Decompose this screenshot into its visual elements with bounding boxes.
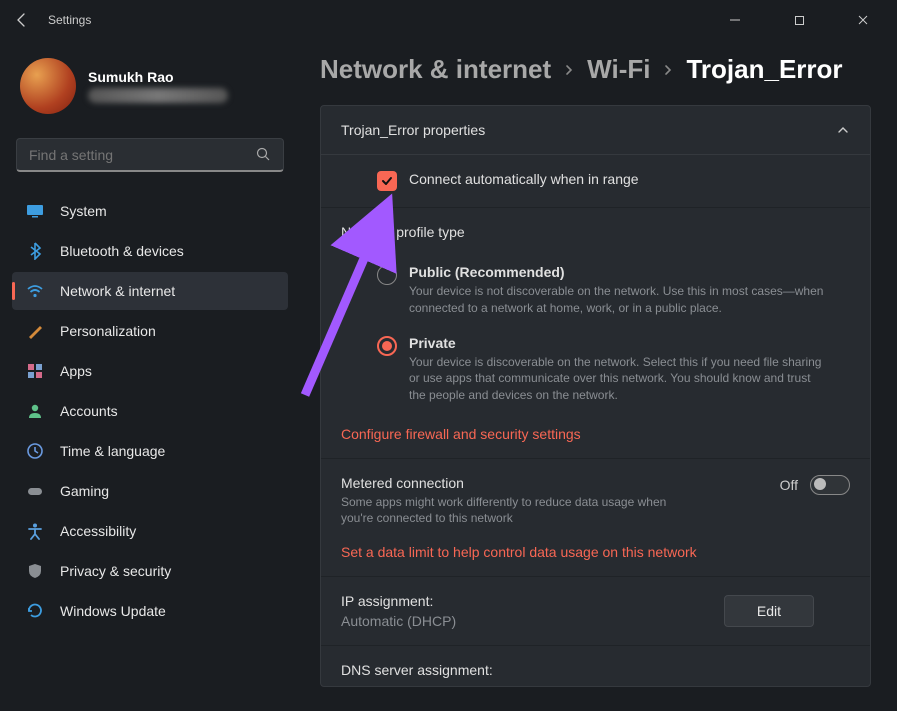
brush-icon xyxy=(26,322,44,340)
breadcrumb: Network & internet Wi-Fi Trojan_Error xyxy=(320,54,871,85)
update-icon xyxy=(26,602,44,620)
sidebar-item-label: Apps xyxy=(60,363,92,379)
sidebar-item-personalization[interactable]: Personalization xyxy=(12,312,288,350)
sidebar-item-accessibility[interactable]: Accessibility xyxy=(12,512,288,550)
expander-header[interactable]: Trojan_Error properties xyxy=(321,106,870,154)
sidebar-item-bluetooth[interactable]: Bluetooth & devices xyxy=(12,232,288,270)
profile-block[interactable]: Sumukh Rao xyxy=(12,50,288,130)
chevron-right-icon xyxy=(662,64,674,76)
sidebar-item-system[interactable]: System xyxy=(12,192,288,230)
ip-label: IP assignment: xyxy=(341,593,456,609)
sidebar-item-apps[interactable]: Apps xyxy=(12,352,288,390)
properties-panel: Trojan_Error properties Connect automati… xyxy=(320,105,871,687)
sidebar-item-label: Privacy & security xyxy=(60,563,171,579)
dns-section: DNS server assignment: xyxy=(321,646,870,686)
sidebar-item-label: Accessibility xyxy=(60,523,136,539)
data-limit-link[interactable]: Set a data limit to help control data us… xyxy=(341,544,850,560)
profile-type-title: Network profile type xyxy=(341,224,850,240)
connect-auto-row[interactable]: Connect automatically when in range xyxy=(321,155,870,208)
sidebar-item-update[interactable]: Windows Update xyxy=(12,592,288,630)
apps-icon xyxy=(26,362,44,380)
radio-label: Public (Recommended) xyxy=(409,264,829,280)
firewall-link[interactable]: Configure firewall and security settings xyxy=(341,426,850,442)
ip-value: Automatic (DHCP) xyxy=(341,613,456,629)
connect-auto-checkbox[interactable] xyxy=(377,171,397,191)
minimize-button[interactable] xyxy=(713,5,757,35)
accessibility-icon xyxy=(26,522,44,540)
search-icon xyxy=(256,147,271,162)
radio-button[interactable] xyxy=(377,336,397,356)
chevron-right-icon xyxy=(563,64,575,76)
metered-title: Metered connection xyxy=(341,475,671,491)
radio-private[interactable]: Private Your device is discoverable on th… xyxy=(377,331,850,408)
clock-icon xyxy=(26,442,44,460)
ip-edit-button[interactable]: Edit xyxy=(724,595,814,627)
search-input[interactable] xyxy=(29,147,256,163)
sidebar-item-label: Network & internet xyxy=(60,283,175,299)
dns-label: DNS server assignment: xyxy=(341,662,493,678)
radio-button[interactable] xyxy=(377,265,397,285)
close-button[interactable] xyxy=(841,5,885,35)
gamepad-icon xyxy=(26,482,44,500)
sidebar-item-label: Time & language xyxy=(60,443,165,459)
sidebar-item-label: Gaming xyxy=(60,483,109,499)
titlebar: Settings xyxy=(0,0,897,40)
app-title: Settings xyxy=(48,13,91,27)
connect-auto-label: Connect automatically when in range xyxy=(409,171,639,187)
person-icon xyxy=(26,402,44,420)
sidebar-item-gaming[interactable]: Gaming xyxy=(12,472,288,510)
expander-title: Trojan_Error properties xyxy=(341,122,485,138)
metered-section: Metered connection Some apps might work … xyxy=(321,459,870,577)
bluetooth-icon xyxy=(26,242,44,260)
sidebar-item-label: System xyxy=(60,203,107,219)
avatar xyxy=(20,58,76,114)
shield-icon xyxy=(26,562,44,580)
sidebar: Sumukh Rao System Bluetooth & devices Netw… xyxy=(0,40,300,711)
chevron-up-icon xyxy=(836,123,850,137)
profile-name: Sumukh Rao xyxy=(88,69,228,85)
sidebar-item-privacy[interactable]: Privacy & security xyxy=(12,552,288,590)
metered-toggle[interactable] xyxy=(810,475,850,495)
radio-label: Private xyxy=(409,335,829,351)
sidebar-item-network[interactable]: Network & internet xyxy=(12,272,288,310)
search-box[interactable] xyxy=(16,138,284,172)
ip-section: IP assignment: Automatic (DHCP) Edit xyxy=(321,577,870,646)
profile-email-blurred xyxy=(88,88,228,103)
metered-desc: Some apps might work differently to redu… xyxy=(341,494,671,526)
monitor-icon xyxy=(26,202,44,220)
breadcrumb-item[interactable]: Network & internet xyxy=(320,54,551,85)
maximize-button[interactable] xyxy=(777,5,821,35)
sidebar-item-label: Accounts xyxy=(60,403,118,419)
back-button[interactable] xyxy=(12,10,32,30)
wifi-icon xyxy=(26,282,44,300)
radio-desc: Your device is not discoverable on the n… xyxy=(409,283,829,317)
sidebar-item-accounts[interactable]: Accounts xyxy=(12,392,288,430)
sidebar-item-time[interactable]: Time & language xyxy=(12,432,288,470)
breadcrumb-item[interactable]: Wi-Fi xyxy=(587,54,650,85)
sidebar-item-label: Windows Update xyxy=(60,603,166,619)
breadcrumb-item: Trojan_Error xyxy=(686,54,842,85)
nav-list: System Bluetooth & devices Network & inter… xyxy=(12,192,288,630)
radio-public[interactable]: Public (Recommended) Your device is not d… xyxy=(377,260,850,321)
radio-desc: Your device is discoverable on the netwo… xyxy=(409,354,829,404)
sidebar-item-label: Bluetooth & devices xyxy=(60,243,184,259)
metered-toggle-state: Off xyxy=(780,477,798,493)
main-content: Network & internet Wi-Fi Trojan_Error Troj… xyxy=(300,40,897,711)
profile-type-section: Network profile type Public (Recommended… xyxy=(321,208,870,459)
sidebar-item-label: Personalization xyxy=(60,323,156,339)
